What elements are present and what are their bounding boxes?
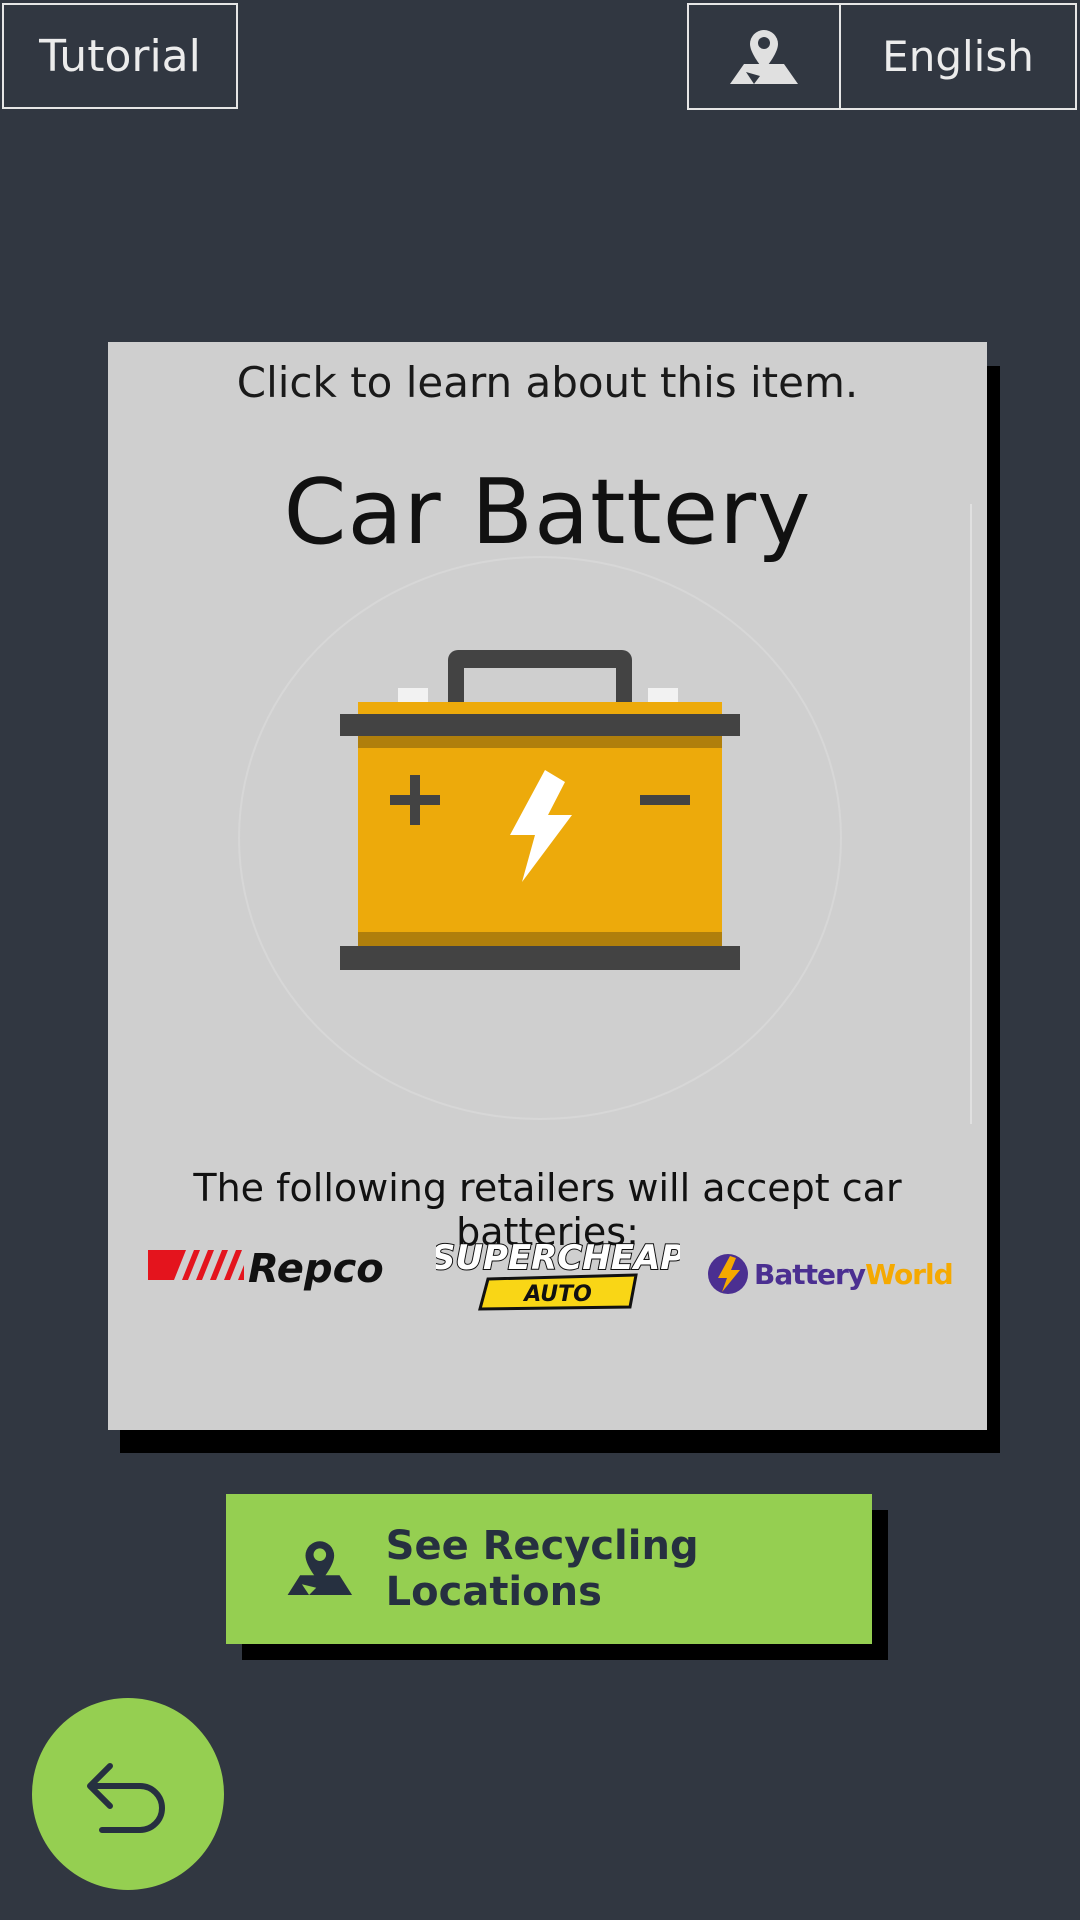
- language-selector[interactable]: English: [839, 3, 1077, 110]
- divider: [970, 504, 972, 1124]
- see-recycling-locations-button[interactable]: See Recycling Locations: [226, 1494, 872, 1644]
- back-arrow-icon: [87, 1763, 165, 1833]
- svg-text:AUTO: AUTO: [522, 1282, 592, 1307]
- map-pin-icon: [730, 29, 798, 84]
- tutorial-button[interactable]: Tutorial: [2, 3, 238, 109]
- svg-text:SUPERCHEAP: SUPERCHEAP: [436, 1238, 680, 1278]
- repco-logo: Repco: [148, 1246, 384, 1292]
- item-card[interactable]: Click to learn about this item. Car Batt…: [108, 342, 987, 1430]
- battery-world-logo: BatteryWorld: [708, 1254, 954, 1294]
- svg-text:BatteryWorld: BatteryWorld: [754, 1258, 953, 1291]
- svg-text:Repco: Repco: [248, 1246, 384, 1292]
- item-title: Car Battery: [283, 460, 812, 565]
- supercheap-auto-logo: SUPERCHEAP AUTO: [436, 1237, 680, 1311]
- cta-label: See Recycling Locations: [385, 1523, 699, 1615]
- map-button[interactable]: [687, 3, 841, 110]
- map-pin-icon: [287, 1541, 353, 1595]
- car-battery-icon: [340, 650, 740, 970]
- back-button[interactable]: [32, 1698, 224, 1890]
- card-hint: Click to learn about this item.: [236, 358, 859, 407]
